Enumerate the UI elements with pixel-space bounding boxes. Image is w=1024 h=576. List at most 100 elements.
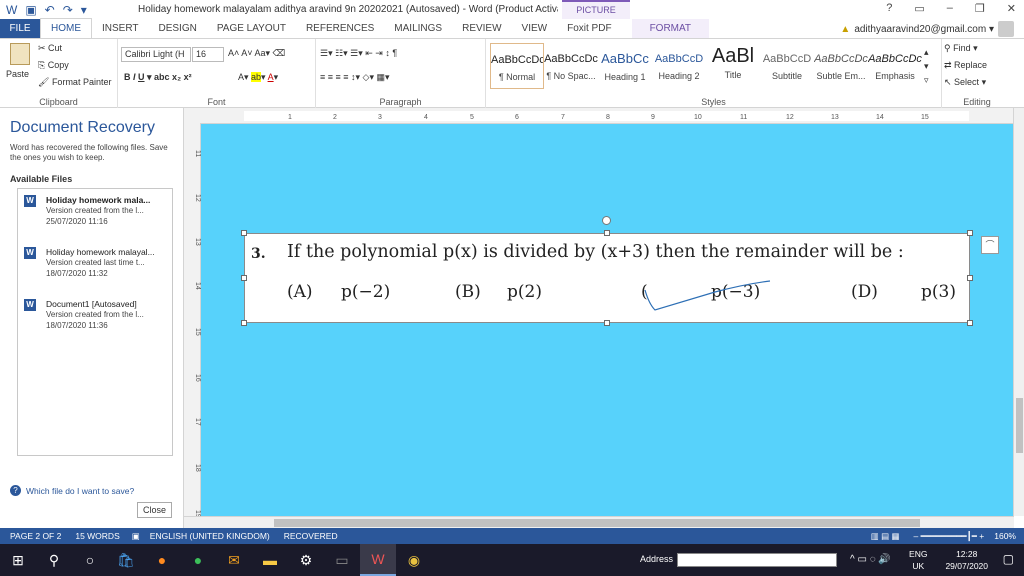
app-icon[interactable]: ▭ <box>324 544 360 576</box>
language[interactable]: ENGLISH (UNITED KINGDOM) <box>150 531 270 541</box>
replace-button[interactable]: ⇄ Replace <box>944 60 987 71</box>
save-icon[interactable]: ▣ <box>25 3 36 17</box>
store-icon[interactable]: 🛍 <box>108 544 144 576</box>
page-count[interactable]: PAGE 2 OF 2 <box>10 531 61 541</box>
tab-view[interactable]: VIEW <box>512 19 558 38</box>
copy-button[interactable]: ⎘ Copy <box>38 60 69 71</box>
word-count[interactable]: 15 WORDS <box>75 531 119 541</box>
file-explorer-icon[interactable]: ▬ <box>252 544 288 576</box>
recovered-file[interactable]: W Holiday homework mala... Version creat… <box>24 195 170 229</box>
tab-home[interactable]: HOME <box>40 18 92 39</box>
tab-review[interactable]: REVIEW <box>452 19 511 38</box>
edge-icon[interactable]: ● <box>180 544 216 576</box>
chrome-icon[interactable]: ◉ <box>396 544 432 576</box>
customize-icon[interactable]: ▾ <box>81 3 87 17</box>
zoom-level[interactable]: 160% <box>994 531 1016 541</box>
hruler-tick: 2 <box>333 114 337 121</box>
restore-button[interactable]: ❐ <box>975 2 985 15</box>
account-area[interactable]: ▲ adithyaaravind20@gmail.com ▾ <box>840 21 1014 37</box>
tab-page-layout[interactable]: PAGE LAYOUT <box>207 19 296 38</box>
mail-icon[interactable]: ✉ <box>216 544 252 576</box>
cut-button[interactable]: ✂ Cut <box>38 43 62 54</box>
style-subtitle[interactable]: AaBbCcD Subtitle <box>760 43 814 89</box>
tab-design[interactable]: DESIGN <box>149 19 207 38</box>
minimize-button[interactable]: – <box>947 2 953 15</box>
select-button[interactable]: ↖ Select ▾ <box>944 77 986 88</box>
vruler-tick: 12 <box>194 194 201 202</box>
paste-icon[interactable] <box>10 43 30 65</box>
lang-indicator[interactable]: ENG <box>909 548 927 560</box>
settings-icon[interactable]: ⚙ <box>288 544 324 576</box>
redo-icon[interactable]: ↷ <box>63 3 73 17</box>
rotate-handle[interactable] <box>602 216 611 225</box>
style-no-spacing[interactable]: AaBbCcDc ¶ No Spac... <box>544 43 598 89</box>
resize-handle[interactable] <box>604 230 610 236</box>
style-normal[interactable]: AaBbCcDc ¶ Normal <box>490 43 544 89</box>
task-view-icon[interactable]: ○ <box>72 544 108 576</box>
word-taskbar-icon[interactable]: W <box>360 544 396 576</box>
style-emphasis[interactable]: AaBbCcDc Emphasis <box>868 43 922 89</box>
clock-date[interactable]: 29/07/2020 <box>945 560 988 572</box>
account-email[interactable]: adithyaaravind20@gmail.com ▾ <box>854 24 994 35</box>
resize-handle[interactable] <box>967 320 973 326</box>
color-buttons[interactable]: A▾ ab▾ A▾ <box>238 72 278 83</box>
recovered-file[interactable]: W Holiday homework malayal... Version cr… <box>24 247 170 281</box>
avatar[interactable] <box>998 21 1014 37</box>
vertical-scroll-thumb[interactable] <box>1016 398 1023 453</box>
help-button[interactable]: ? <box>886 2 892 15</box>
resize-handle[interactable] <box>604 320 610 326</box>
font-size-select[interactable]: 16 <box>192 47 224 62</box>
tab-file[interactable]: FILE <box>0 19 40 38</box>
zoom-slider[interactable]: – ━━━━━━━━━┃━ + <box>914 531 985 542</box>
undo-icon[interactable]: ↶ <box>45 3 55 17</box>
vertical-scrollbar[interactable] <box>1013 108 1024 516</box>
style-heading-1[interactable]: AaBbCc Heading 1 <box>598 43 652 89</box>
windows-start-icon[interactable]: ⊞ <box>0 544 36 576</box>
recovery-help-link[interactable]: ? Which file do I want to save? <box>10 485 134 496</box>
notification-icon[interactable]: ▢ <box>1003 552 1014 566</box>
firefox-icon[interactable]: ● <box>144 544 180 576</box>
close-button[interactable]: ✕ <box>1007 2 1016 15</box>
resize-handle[interactable] <box>241 275 247 281</box>
recovery-title: Document Recovery <box>10 119 155 136</box>
recovered-file[interactable]: W Document1 [Autosaved] Version created … <box>24 299 170 333</box>
word-file-icon: W <box>24 195 36 207</box>
ribbon-display-icon[interactable]: ▭ <box>914 2 924 15</box>
tab-references[interactable]: REFERENCES <box>296 19 384 38</box>
paste-button[interactable]: Paste <box>6 69 29 79</box>
question-picture[interactable]: 3. If the polynomial p(x) is divided by … <box>244 233 970 323</box>
layout-options-icon[interactable]: ⌒ <box>981 236 999 254</box>
resize-handle[interactable] <box>241 320 247 326</box>
tray-icons[interactable]: ^ ▭ ◌ 🔊 <box>850 554 891 565</box>
resize-handle[interactable] <box>967 275 973 281</box>
tab-mailings[interactable]: MAILINGS <box>384 19 452 38</box>
resize-handle[interactable] <box>967 230 973 236</box>
clock-time[interactable]: 12:28 <box>945 548 988 560</box>
recovery-close-button[interactable]: Close <box>137 502 172 518</box>
styles-more-icon[interactable]: ▴ ▾ ▿ <box>924 45 929 87</box>
address-input[interactable] <box>677 553 837 567</box>
view-buttons[interactable]: ▥ ▤ ▦ <box>871 531 900 542</box>
style-subtle-emphasis[interactable]: AaBbCcDc Subtle Em... <box>814 43 868 89</box>
find-button[interactable]: ⚲ Find ▾ <box>944 43 978 54</box>
window-title: Holiday homework malayalam adithya aravi… <box>138 4 558 15</box>
tab-insert[interactable]: INSERT <box>92 19 149 38</box>
format-painter-button[interactable]: 🖌 Format Painter <box>38 77 111 88</box>
format-buttons[interactable]: B I U ▾ abc x₂ x² <box>124 72 192 83</box>
system-tray[interactable]: ENG UK 12:28 29/07/2020 <box>909 548 988 572</box>
list-buttons[interactable]: ☰▾ ☷▾ ☰▾ ⇤ ⇥ ↕ ¶ <box>320 48 397 59</box>
grow-shrink-font-icons[interactable]: A˄ A˅ Aa▾ ⌫ <box>228 48 285 59</box>
horizontal-scroll-thumb[interactable] <box>274 519 920 527</box>
horizontal-scrollbar[interactable] <box>184 516 1014 528</box>
style-heading-2[interactable]: AaBbCcD Heading 2 <box>652 43 706 89</box>
align-buttons[interactable]: ≡ ≡ ≡ ≡ ↕▾ ◇▾ ▦▾ <box>320 72 390 83</box>
tab-format[interactable]: FORMAT <box>631 19 710 38</box>
tab-foxit-pdf[interactable]: Foxit PDF <box>557 19 621 38</box>
resize-handle[interactable] <box>241 230 247 236</box>
vruler-tick: 17 <box>194 418 201 426</box>
search-icon[interactable]: ⚲ <box>36 544 72 576</box>
proofing-icon[interactable]: ▣ <box>132 531 140 542</box>
font-family-select[interactable]: Calibri Light (H <box>121 47 191 62</box>
style-title[interactable]: AaBl Title <box>706 43 760 89</box>
region-indicator[interactable]: UK <box>909 560 927 572</box>
